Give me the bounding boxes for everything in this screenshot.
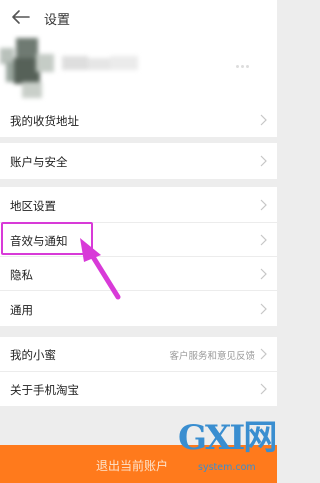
watermark-site-text: system.com [198,462,256,473]
watermark-logo-text: GXI网 [178,418,277,458]
watermark-logo: GXI网 system.com [178,410,277,483]
logout-label: 退出当前账户 [96,459,169,473]
